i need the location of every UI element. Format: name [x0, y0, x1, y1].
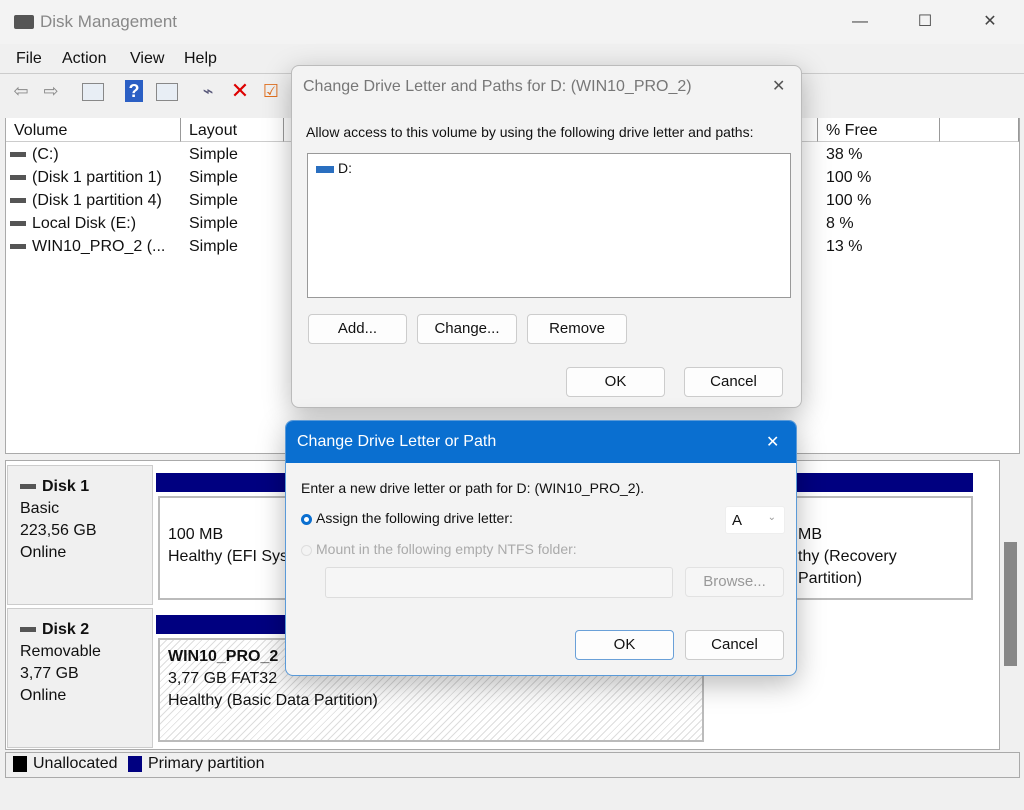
action-pane-icon[interactable] [156, 83, 178, 101]
dialog-title: Change Drive Letter and Paths for D: (WI… [303, 78, 692, 95]
remove-button[interactable]: Remove [527, 314, 627, 344]
chevron-down-icon: ⌄ [767, 512, 776, 523]
column-free[interactable]: % Free [818, 118, 940, 142]
volume-layout: Simple [189, 215, 238, 232]
scrollbar-thumb[interactable] [1004, 542, 1017, 666]
minimize-button[interactable]: — [845, 10, 875, 34]
column-empty [940, 118, 1019, 142]
browse-button[interactable]: Browse... [685, 567, 784, 597]
legend-swatch-primary [128, 756, 142, 772]
volume-layout: Simple [189, 238, 238, 255]
dialog-close-button[interactable]: ✕ [766, 432, 779, 452]
drive-letter-dropdown[interactable]: A ⌄ [725, 506, 785, 534]
menu-file[interactable]: File [16, 50, 42, 68]
dialog-title: Change Drive Letter or Path [297, 433, 497, 450]
volume-icon [10, 244, 26, 250]
delete-icon[interactable]: ✕ [229, 80, 251, 102]
ok-button[interactable]: OK [566, 367, 665, 397]
back-icon[interactable]: ⇦ [10, 80, 32, 102]
volume-free: 100 % [826, 192, 872, 209]
folder-path-input[interactable] [325, 567, 673, 598]
change-drive-letter-dialog: Change Drive Letter or Path ✕ Enter a ne… [285, 420, 797, 676]
volume-row[interactable]: Local Disk (E:) [10, 215, 136, 233]
menu-view[interactable]: View [130, 50, 164, 68]
disk-2-label[interactable]: Disk 2 Removable 3,77 GB Online [7, 608, 153, 748]
volume-name: (Disk 1 partition 4) [32, 192, 162, 209]
path-item-d[interactable]: D: [308, 154, 790, 182]
volume-row[interactable]: (Disk 1 partition 4) [10, 192, 162, 210]
ok-button[interactable]: OK [575, 630, 674, 660]
volume-icon [10, 175, 26, 181]
close-button[interactable]: ✕ [975, 10, 1005, 34]
disk-type: Basic [20, 500, 60, 517]
volume-free: 100 % [826, 169, 872, 186]
volume-row[interactable]: (C:) [10, 146, 59, 164]
partition-size: MB [798, 526, 822, 543]
disk-icon [20, 484, 36, 490]
disk-status: Online [20, 544, 67, 561]
volume-layout: Simple [189, 146, 238, 163]
legend-unallocated: Unallocated [33, 755, 118, 772]
change-button[interactable]: Change... [417, 314, 517, 344]
volume-icon [10, 198, 26, 204]
paths-listbox[interactable]: D: [307, 153, 791, 298]
mount-folder-radio[interactable] [301, 545, 312, 556]
connect-disk-icon[interactable]: ⌁ [197, 80, 219, 102]
maximize-button[interactable]: ☐ [910, 10, 940, 34]
volume-name: WIN10_PRO_2 (... [32, 238, 166, 255]
forward-icon[interactable]: ⇨ [40, 80, 62, 102]
drive-letter-value: A [732, 512, 743, 529]
cancel-button[interactable]: Cancel [684, 367, 783, 397]
dialog-close-button[interactable]: ✕ [772, 76, 785, 96]
add-button[interactable]: Add... [308, 314, 407, 344]
dialog-prompt: Allow access to this volume by using the… [306, 124, 754, 140]
assign-letter-label: Assign the following drive letter: [316, 510, 513, 526]
window-title: Disk Management [40, 12, 178, 31]
legend-swatch-unallocated [13, 756, 27, 772]
volume-icon [10, 152, 26, 158]
disk-icon [20, 627, 36, 633]
change-drive-letter-paths-dialog: Change Drive Letter and Paths for D: (WI… [291, 65, 802, 408]
cancel-button[interactable]: Cancel [685, 630, 784, 660]
legend-primary: Primary partition [148, 755, 265, 772]
mount-folder-label: Mount in the following empty NTFS folder… [316, 541, 577, 557]
column-volume[interactable]: Volume [6, 118, 181, 142]
volume-layout: Simple [189, 192, 238, 209]
volume-free: 38 % [826, 146, 863, 163]
column-layout[interactable]: Layout [181, 118, 284, 142]
volume-row[interactable]: (Disk 1 partition 1) [10, 169, 162, 187]
path-label: D: [338, 160, 352, 176]
partition-status: Healthy (Basic Data Partition) [168, 692, 378, 709]
volume-name: Local Disk (E:) [32, 215, 137, 232]
volume-name: (Disk 1 partition 1) [32, 169, 162, 186]
disk-status: Online [20, 687, 67, 704]
disk-management-icon [14, 15, 34, 29]
help-icon[interactable]: ? [125, 80, 143, 102]
drive-icon [316, 165, 334, 173]
disk-size: 3,77 GB [20, 665, 79, 682]
partition-status: thy (Recovery Partition) [798, 548, 897, 587]
volume-row[interactable]: WIN10_PRO_2 (... [10, 238, 165, 256]
disk-type: Removable [20, 643, 101, 660]
volume-icon [10, 221, 26, 227]
volume-layout: Simple [189, 169, 238, 186]
disk-1-label[interactable]: Disk 1 Basic 223,56 GB Online [7, 465, 153, 605]
console-tree-icon[interactable] [82, 83, 104, 101]
menu-action[interactable]: Action [62, 50, 106, 68]
properties-icon[interactable]: ☑ [260, 80, 282, 102]
dialog-prompt: Enter a new drive letter or path for D: … [301, 480, 645, 496]
volume-name: (C:) [32, 146, 59, 163]
volume-free: 8 % [826, 215, 854, 232]
disk-name: Disk 1 [42, 478, 90, 495]
volume-free: 13 % [826, 238, 863, 255]
assign-letter-radio[interactable] [301, 514, 312, 525]
disk-size: 223,56 GB [20, 522, 97, 539]
disk-name: Disk 2 [42, 621, 90, 638]
menu-help[interactable]: Help [184, 50, 217, 68]
